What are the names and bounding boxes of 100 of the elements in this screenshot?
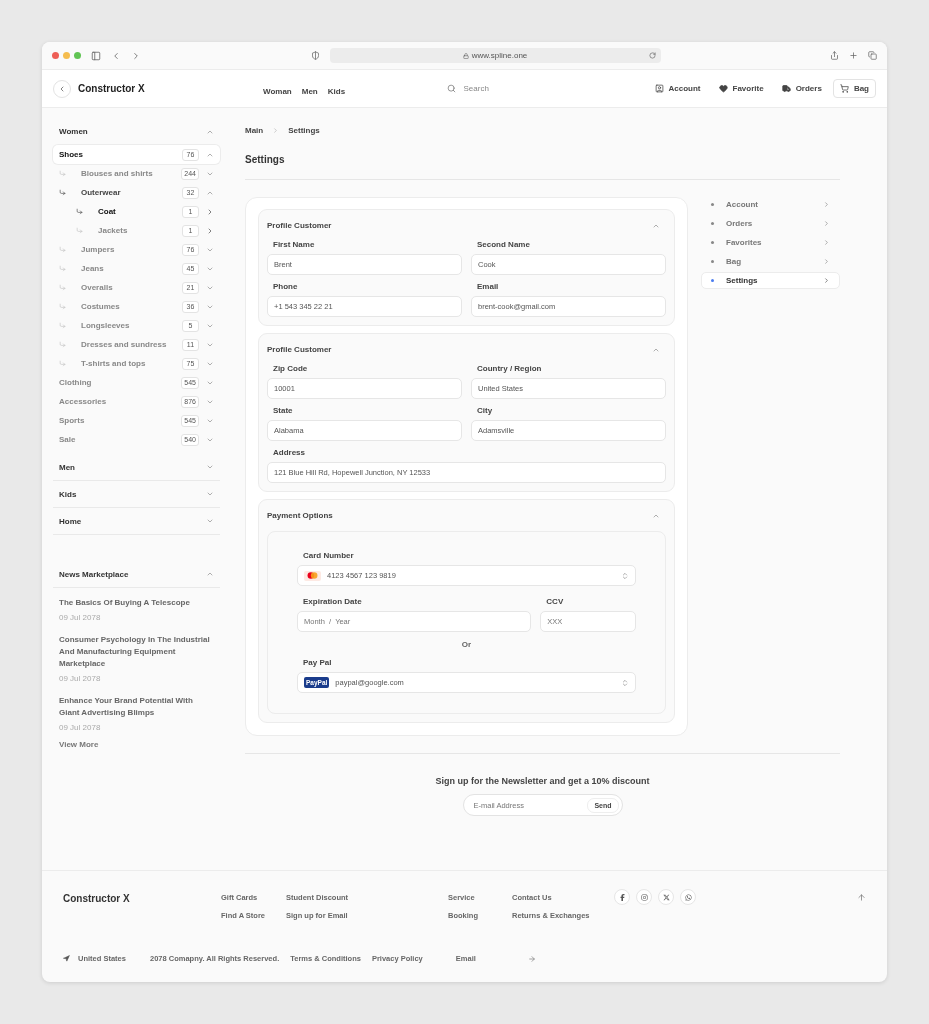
bullet-icon	[711, 222, 714, 225]
category-label[interactable]: Blouses and shirts	[81, 169, 182, 178]
orders-button[interactable]: Orders	[774, 79, 829, 98]
category-label[interactable]: Shoes	[59, 150, 182, 159]
settings-nav-item[interactable]: Account	[701, 196, 840, 213]
search-icon[interactable]	[446, 84, 456, 93]
category-label[interactable]: Jeans	[81, 264, 182, 273]
category-label[interactable]: Outerwear	[81, 188, 182, 197]
card-logo-icon	[304, 570, 321, 581]
category-label[interactable]: Jumpers	[81, 245, 182, 254]
nav-link[interactable]: Woman	[263, 86, 292, 96]
settings-nav-item[interactable]: Bag	[701, 253, 840, 270]
cart-icon	[839, 84, 849, 93]
nav-link[interactable]: Kids	[327, 86, 346, 96]
breadcrumb-link[interactable]: Main	[245, 125, 264, 135]
field-label: Zip Code	[272, 362, 309, 375]
settings-nav-item[interactable]: Favorites	[701, 234, 840, 251]
article-date: 09 Jul 2078	[59, 613, 102, 622]
truck-icon	[781, 84, 791, 93]
field-label: Second Name	[476, 238, 531, 251]
category-label[interactable]: T-shirts and tops	[81, 359, 182, 368]
share-icon[interactable]	[830, 51, 839, 60]
tabs-icon[interactable]	[868, 51, 877, 60]
corner-arrow-icon	[59, 360, 66, 367]
bullet-icon	[711, 279, 714, 282]
article-date: 09 Jul 2078	[59, 674, 102, 683]
category-label[interactable]: Accessories	[59, 397, 182, 406]
minimize-dot[interactable]	[63, 52, 70, 59]
chevron-up-icon[interactable]	[206, 570, 214, 578]
favorite-button[interactable]: Favorite	[711, 79, 771, 98]
nav-link[interactable]: Men	[301, 86, 318, 96]
section-header[interactable]: Home	[53, 508, 220, 535]
chevron-down-icon[interactable]	[206, 490, 214, 498]
category-label[interactable]: Costumes	[81, 302, 182, 311]
view-more-link[interactable]: View More	[53, 738, 220, 751]
maximize-dot[interactable]	[74, 52, 81, 59]
up-down-icon	[621, 678, 629, 687]
chevron-left-icon	[58, 84, 66, 93]
chevron-down-icon[interactable]	[206, 517, 214, 525]
address-bar[interactable]: www.spline.one	[329, 48, 661, 63]
corner-arrow-icon	[59, 189, 66, 196]
field-label: Country / Region	[476, 362, 543, 375]
section-header[interactable]: Men	[53, 454, 220, 481]
logo[interactable]: Constructor X	[78, 83, 228, 94]
section-title: Profile Customer	[267, 345, 332, 354]
category-label[interactable]: Clothing	[59, 378, 182, 387]
category-label[interactable]: Longsleeves	[81, 321, 182, 330]
category-label[interactable]: Overalls	[81, 283, 182, 292]
category-label[interactable]: Sale	[59, 435, 182, 444]
section-header[interactable]: News Marketplace	[53, 561, 220, 588]
newsletter-title: Sign up for the Newsletter and get a 10% discount	[435, 776, 650, 786]
arrow-up-icon[interactable]	[857, 893, 866, 902]
forward-icon[interactable]	[131, 50, 141, 61]
field-label: Card Number	[302, 549, 355, 562]
section-header[interactable]: Kids	[53, 481, 220, 508]
settings-nav-item[interactable]: Settings	[701, 272, 840, 289]
category-label[interactable]: Sports	[59, 416, 182, 425]
category-label[interactable]: Dresses and sundress	[81, 340, 182, 349]
corner-arrow-icon	[76, 208, 83, 215]
heart-icon	[718, 84, 728, 93]
footer-logo[interactable]: Constructor X	[63, 893, 221, 904]
shield-icon[interactable]	[310, 51, 320, 60]
section-header[interactable]: Women	[53, 118, 220, 145]
field-label: First Name	[272, 238, 316, 251]
user-card-icon	[654, 84, 664, 93]
chevron-right-icon	[823, 201, 830, 208]
facebook-icon[interactable]	[614, 889, 630, 905]
bullet-icon	[711, 241, 714, 244]
sidebar-icon[interactable]	[91, 50, 101, 61]
account-button[interactable]: Account	[647, 79, 708, 98]
field-label: CCV	[545, 595, 565, 608]
bag-button[interactable]: Bag	[832, 79, 876, 98]
instagram-icon[interactable]	[636, 889, 652, 905]
chevron-right-icon	[823, 277, 830, 284]
whatsapp-icon[interactable]	[680, 889, 696, 905]
corner-arrow-icon	[76, 227, 83, 234]
breadcrumb-link[interactable]: Settings	[288, 125, 320, 135]
arrow-right-icon[interactable]	[527, 954, 536, 963]
chevron-right-icon[interactable]	[206, 226, 214, 235]
chevron-right-icon[interactable]	[206, 207, 214, 216]
chevron-right-icon	[272, 126, 280, 134]
settings-nav-item[interactable]: Orders	[701, 215, 840, 232]
category-label[interactable]: Jackets	[98, 226, 182, 235]
back-button[interactable]	[53, 79, 71, 98]
plus-icon[interactable]	[849, 51, 858, 60]
x-icon[interactable]	[658, 889, 674, 905]
field-label: Address	[272, 446, 306, 459]
corner-arrow-icon	[59, 322, 66, 329]
close-dot[interactable]	[52, 52, 59, 59]
article-link[interactable]: Enhance Your Brand Potential With Giant Advertising Blimps	[59, 695, 214, 719]
article-link[interactable]: The Basics Of Buying A Telescope	[59, 597, 214, 609]
chevron-down-icon[interactable]	[206, 463, 214, 471]
back-icon[interactable]	[111, 50, 121, 61]
corner-arrow-icon	[59, 246, 66, 253]
bullet-icon	[711, 260, 714, 263]
or-separator: Or	[460, 640, 473, 649]
article-link[interactable]: Consumer Psychology In The Industrial And Manufacturing Equipment Marketplace	[59, 634, 214, 670]
corner-arrow-icon	[59, 341, 66, 348]
search-field[interactable]: Search	[463, 84, 524, 93]
category-label[interactable]: Coat	[98, 207, 182, 216]
